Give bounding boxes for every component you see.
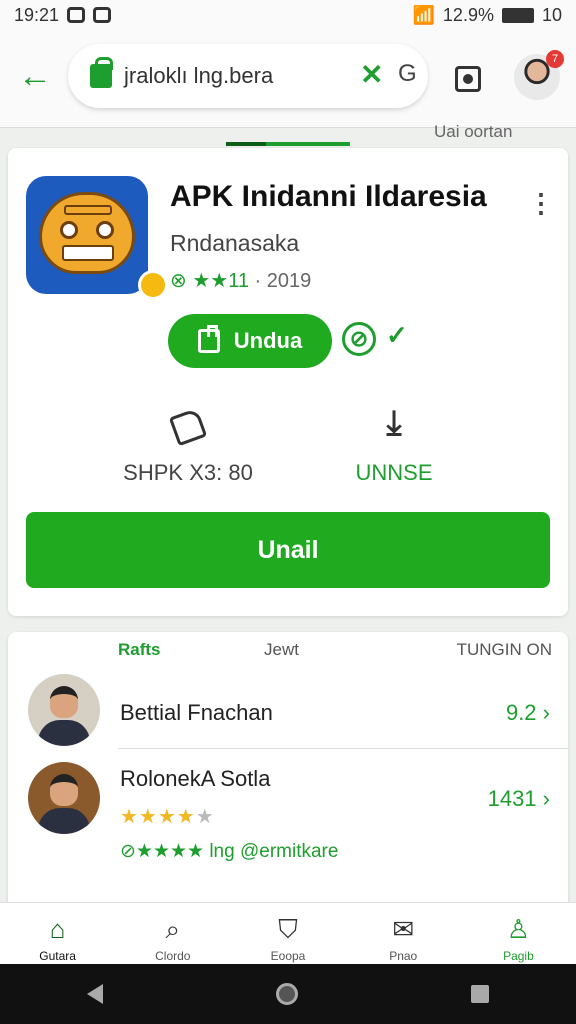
mascot-eye-left bbox=[60, 221, 78, 239]
check-icon[interactable]: ✓ bbox=[386, 320, 408, 351]
media-icon bbox=[93, 7, 112, 23]
profile-avatar[interactable]: 7 bbox=[514, 50, 564, 100]
nav-label: Pagib bbox=[503, 949, 534, 963]
list-item-subline: ⊘★★★★ lng @ermitkare bbox=[120, 840, 338, 863]
avatar bbox=[28, 762, 100, 834]
avatar-head bbox=[50, 774, 78, 806]
bookmark-icon: ⛉ bbox=[278, 914, 298, 944]
notification-badge: 7 bbox=[546, 50, 564, 68]
list-item[interactable]: RolonekA Sotla ★★★★★ ⊘★★★★ lng @ermitkar… bbox=[8, 762, 568, 872]
nav-label: Gutara bbox=[39, 949, 76, 963]
tabs-button[interactable] bbox=[440, 62, 496, 96]
install-label: Undua bbox=[233, 328, 303, 353]
list-item-name: Bettial Fnachan bbox=[120, 700, 273, 725]
developer-name[interactable]: Rndanasaka bbox=[170, 230, 299, 257]
avatar bbox=[28, 674, 100, 746]
recents-square-icon[interactable] bbox=[471, 985, 490, 1003]
download-icon: ⤓ bbox=[386, 404, 402, 442]
tabs-icon bbox=[455, 66, 481, 92]
rating-extra: · 2019 bbox=[254, 270, 312, 292]
list-card: Rafts Jewt TUNGIN ON Bettial Fnachan 9.2… bbox=[8, 632, 568, 922]
nav-label: Eoopa bbox=[270, 949, 306, 963]
tab-indicator-active bbox=[226, 142, 266, 146]
corner-link[interactable]: Uai oortan bbox=[434, 122, 512, 142]
battery-number: 10 bbox=[541, 4, 562, 25]
stat-size-value: SHPK X3: 80 bbox=[123, 460, 253, 485]
tag-icon bbox=[168, 407, 208, 447]
url-bar[interactable]: jraloklı lng.bera ✕ G bbox=[68, 44, 428, 108]
chevron-right-icon: › bbox=[542, 700, 550, 725]
nav-label: Clordo bbox=[155, 949, 191, 963]
status-dot-icon bbox=[138, 270, 168, 300]
stat-size[interactable]: SHPK X3: 80 bbox=[78, 398, 298, 486]
tab-tungin-on[interactable]: TUNGIN ON bbox=[457, 640, 552, 660]
mail-icon: ✉ bbox=[392, 914, 415, 944]
star-rating: ★★★★★ bbox=[120, 806, 215, 828]
subline-text: ★★★★ lng @ermitkare bbox=[135, 841, 339, 862]
tab-jewt[interactable]: Jewt bbox=[264, 640, 299, 660]
status-time: 19:21 bbox=[14, 4, 60, 25]
home-icon: ⌂ bbox=[49, 914, 66, 944]
primary-action-button[interactable]: Unail bbox=[26, 512, 550, 588]
app-title: APK Inidanni Ildaresia bbox=[170, 180, 487, 213]
nav-label: Pnao bbox=[389, 949, 418, 963]
app-icon[interactable] bbox=[26, 176, 168, 300]
divider bbox=[118, 748, 568, 749]
url-text[interactable]: jraloklı lng.bera bbox=[124, 63, 273, 89]
lock-icon bbox=[90, 57, 113, 88]
person-icon: ♙ bbox=[506, 914, 531, 944]
list-item-score: 1431 › bbox=[488, 786, 550, 812]
tab-rafts[interactable]: Rafts bbox=[118, 640, 161, 660]
home-circle-icon[interactable] bbox=[275, 983, 298, 1005]
status-bar: 19:21 📶 12.9% 10 bbox=[0, 0, 576, 30]
install-button[interactable]: Undua bbox=[168, 314, 332, 368]
app-card: APK Inidanni Ildaresia ⋮ Rndanasaka ⊗ ★★… bbox=[8, 148, 568, 616]
clear-icon[interactable]: ✕ bbox=[360, 58, 383, 91]
verified-icon: ⊗ bbox=[170, 270, 187, 292]
mascot-teeth bbox=[62, 245, 114, 261]
avatar-body bbox=[38, 720, 90, 746]
search-icon: ⌕ bbox=[165, 914, 181, 944]
rating-text: ★★11 bbox=[192, 270, 249, 292]
system-navigation-bar bbox=[0, 964, 576, 1024]
bottom-navigation: ⌂ Gutara ⌕ Clordo ⛉ Eoopa ✉ Pnao ♙ Pagib bbox=[0, 902, 576, 964]
list-item-score: 9.2 › bbox=[506, 700, 550, 726]
nav-item-search[interactable]: ⌕ Clordo bbox=[115, 903, 230, 964]
stat-download-value: UNNSE bbox=[355, 460, 433, 485]
score-value: 1431 bbox=[487, 786, 537, 811]
mascot-brow bbox=[64, 205, 112, 215]
nav-item-profile[interactable]: ♙ Pagib bbox=[461, 903, 576, 964]
nav-item-mail[interactable]: ✉ Pnao bbox=[346, 903, 461, 964]
list-item[interactable]: Bettial Fnachan 9.2 › bbox=[8, 672, 568, 748]
mascot-face-icon bbox=[39, 192, 135, 274]
verified-icon: ⊘ bbox=[120, 841, 136, 862]
battery-percent: 12.9% bbox=[442, 4, 494, 25]
mascot-eye-right bbox=[96, 221, 114, 239]
browser-toolbar: ← jraloklı lng.bera ✕ G 7 bbox=[0, 30, 576, 128]
block-icon[interactable]: ⊘ bbox=[342, 322, 376, 356]
chevron-right-icon: › bbox=[542, 786, 550, 811]
score-value: 9.2 bbox=[505, 700, 537, 725]
nav-item-bookmarks[interactable]: ⛉ Eoopa bbox=[230, 903, 345, 964]
more-options-icon[interactable]: ⋮ bbox=[528, 188, 554, 219]
store-bag-icon bbox=[197, 325, 220, 353]
avatar-body bbox=[38, 808, 90, 834]
back-arrow-icon[interactable]: ← bbox=[18, 58, 54, 94]
nav-item-home[interactable]: ⌂ Gutara bbox=[0, 903, 115, 964]
back-triangle-icon[interactable] bbox=[86, 984, 103, 1004]
battery-icon bbox=[501, 7, 534, 23]
rating-row: ⊗ ★★11 · 2019 bbox=[170, 268, 311, 293]
list-item-name: RolonekA Sotla bbox=[120, 766, 271, 791]
notification-icon bbox=[67, 7, 86, 23]
stat-download[interactable]: ⤓ UNNSE bbox=[284, 398, 504, 486]
avatar-head bbox=[50, 686, 78, 718]
wifi-icon: 📶 bbox=[412, 4, 435, 25]
g-icon[interactable]: G bbox=[398, 60, 417, 88]
